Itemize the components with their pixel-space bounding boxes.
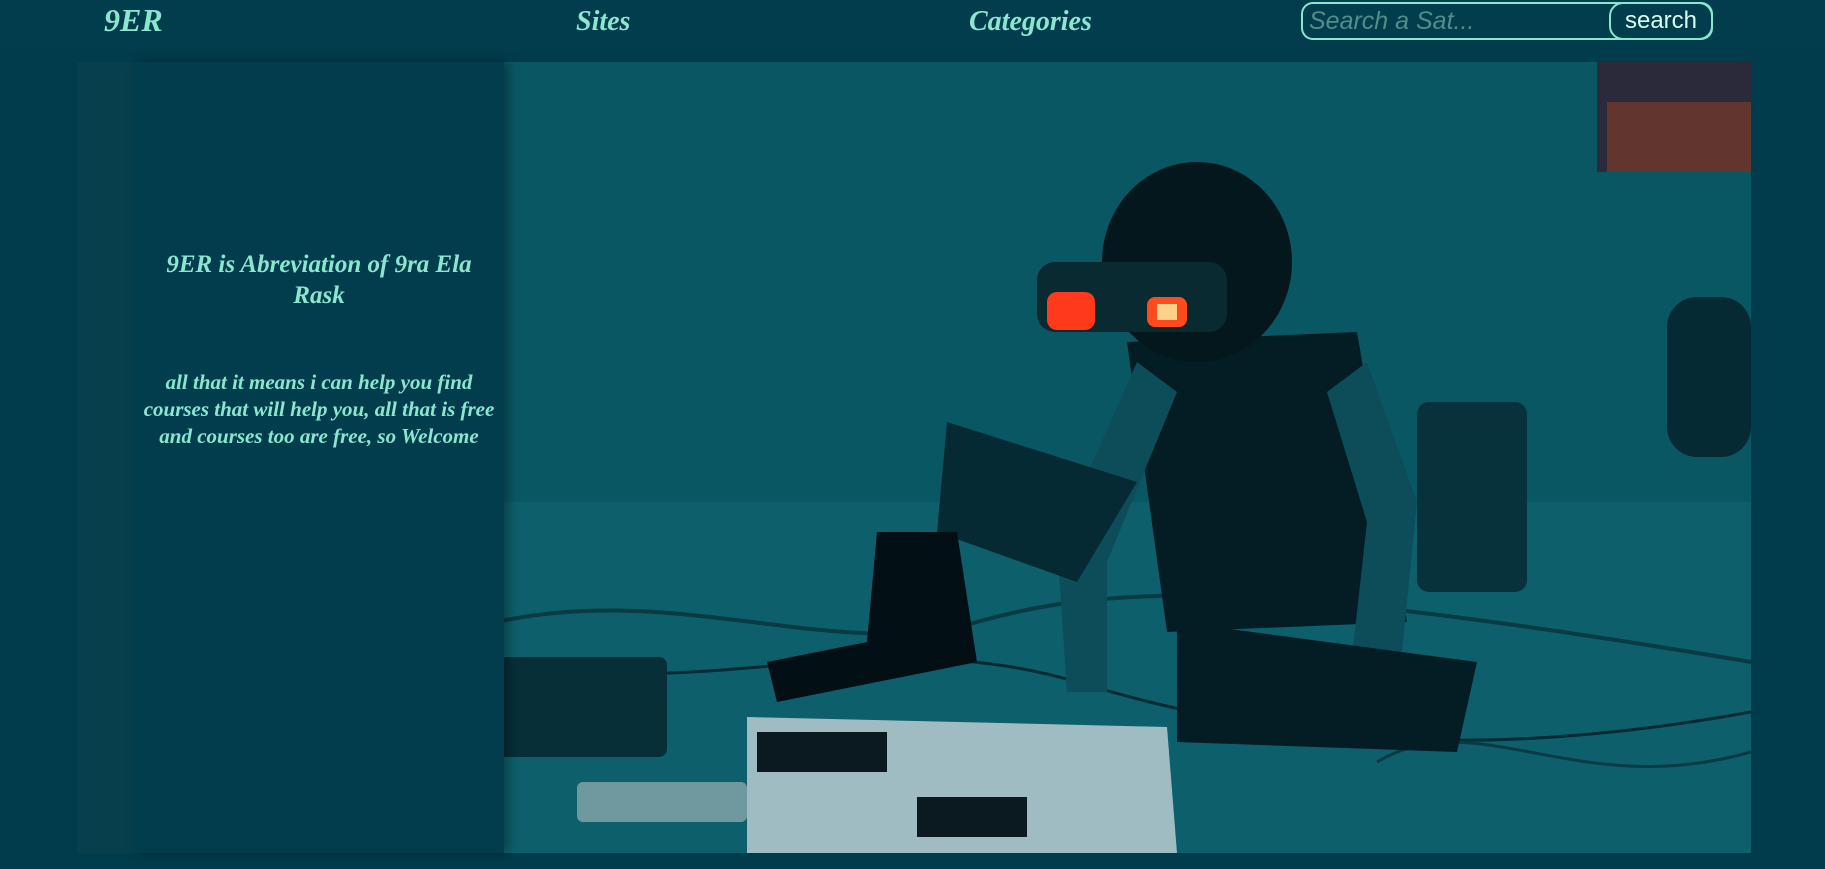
search-input[interactable] [1309, 6, 1609, 36]
info-description: all that it means i can help you find co… [143, 370, 495, 448]
info-panel: 9ER is Abreviation of 9ra Ela Rask all t… [134, 62, 504, 853]
site-logo[interactable]: 9ER [104, 2, 163, 39]
nav-link-categories[interactable]: Categories [969, 6, 1092, 38]
info-title: 9ER is Abreviation of 9ra Ela Rask [166, 251, 472, 309]
search-form: search [1301, 2, 1713, 40]
nav-link-sites[interactable]: Sites [576, 6, 630, 38]
top-navbar: 9ER Sites Categories search [0, 0, 1825, 50]
search-button[interactable]: search [1609, 2, 1713, 40]
